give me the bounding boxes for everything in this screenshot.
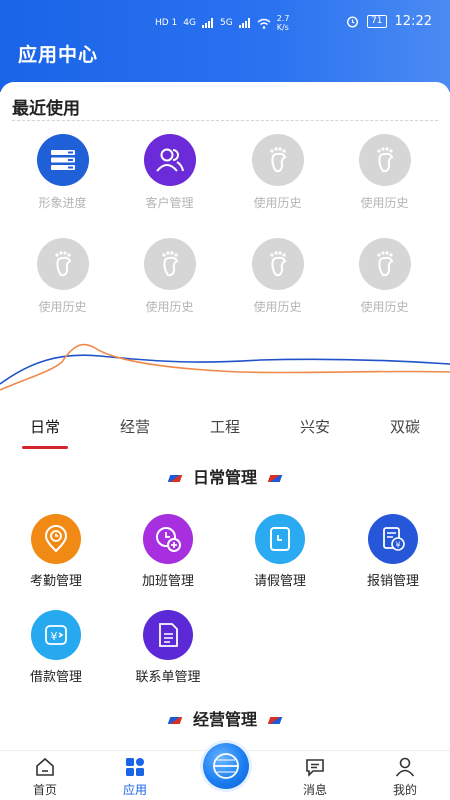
home-icon (15, 755, 75, 779)
users-icon (143, 134, 196, 186)
app-loan[interactable]: ¥ 借款管理 (0, 610, 112, 685)
leave-clock-icon (255, 514, 305, 564)
tab-xingan[interactable]: 兴安 (285, 416, 345, 437)
recent-item[interactable]: 使用历史 (331, 134, 438, 211)
center-action-button[interactable] (203, 743, 249, 789)
app-contact-sheet[interactable]: 联系单管理 (112, 610, 224, 685)
list-icon (36, 134, 89, 186)
recent-item-label: 使用历史 (253, 196, 302, 210)
tab-daily[interactable]: 日常 (15, 416, 75, 437)
signal-label-2: 5G (220, 18, 233, 28)
status-time: 12:22 (394, 14, 432, 29)
signal-label: 4G (183, 18, 196, 28)
app-label: 报销管理 (366, 574, 419, 589)
recent-item[interactable]: 使用历史 (116, 238, 223, 315)
nav-label: 应用 (122, 783, 147, 797)
nav-home[interactable]: 首页 (15, 755, 75, 798)
recent-item[interactable]: 使用历史 (224, 238, 331, 315)
flag-right-icon (267, 475, 283, 482)
alarm-icon (347, 16, 359, 28)
footprint-icon (143, 238, 196, 290)
app-leave[interactable]: 请假管理 (224, 514, 336, 589)
app-label: 联系单管理 (135, 670, 201, 685)
section-header: 经营管理 (0, 706, 450, 730)
app-label: 考勤管理 (29, 574, 82, 589)
nav-messages[interactable]: 消息 (285, 755, 345, 798)
app-header: HD 1 4G 5G 2.7 K/s 71 12:22 应用中心 (0, 0, 450, 92)
network-unit: K/s (276, 23, 289, 32)
network-speed: 2.7 (276, 14, 290, 23)
app-overtime[interactable]: 加班管理 (112, 514, 224, 589)
clock-plus-icon (143, 514, 193, 564)
footprint-icon (36, 238, 89, 290)
battery-indicator: 71 (367, 15, 387, 28)
recent-item-label: 使用历史 (145, 300, 194, 314)
hd-badge: HD 1 (155, 18, 178, 28)
recent-item-label: 使用历史 (360, 300, 409, 314)
bottom-nav: 首页 应用 消息 我的 (0, 743, 450, 800)
recent-item[interactable]: 客户管理 (116, 134, 223, 211)
section-title: 日常管理 (192, 468, 257, 487)
app-label: 借款管理 (29, 670, 82, 685)
nav-label: 消息 (302, 783, 327, 797)
svg-text:¥: ¥ (395, 541, 400, 550)
main-content: 最近使用 形象进度 客户管理 使用历史 使用历史 使用历史 使用历史 使用历史 … (0, 82, 450, 750)
nav-apps[interactable]: 应用 (105, 755, 165, 798)
signal-icon-2 (238, 18, 250, 28)
clock-location-icon (31, 514, 81, 564)
section-title: 经营管理 (192, 710, 257, 729)
apps-grid-icon (105, 755, 165, 779)
globe-icon (213, 753, 239, 779)
status-bar: HD 1 4G 5G 2.7 K/s 71 12:22 (0, 8, 450, 34)
active-tab-underline (22, 446, 68, 449)
flag-right-icon (267, 717, 283, 724)
app-label: 请假管理 (253, 574, 306, 589)
nav-label: 我的 (392, 783, 417, 797)
recent-item[interactable]: 使用历史 (224, 134, 331, 211)
app-label: 加班管理 (141, 574, 194, 589)
recent-item-label: 使用历史 (38, 300, 87, 314)
receipt-icon: ¥ (368, 514, 418, 564)
app-reimbursement[interactable]: ¥ 报销管理 (337, 514, 449, 589)
yuan-transfer-icon: ¥ (31, 610, 81, 660)
nav-me[interactable]: 我的 (375, 755, 435, 798)
page-title: 应用中心 (18, 44, 99, 66)
signal-icon (202, 18, 213, 28)
recent-item[interactable]: 使用历史 (9, 238, 116, 315)
curve-blue (0, 354, 450, 385)
app-attendance[interactable]: 考勤管理 (0, 514, 112, 589)
flag-left-icon (167, 475, 183, 482)
category-tabs: 日常 经营 工程 兴安 双碳 (0, 416, 450, 456)
document-icon (143, 610, 193, 660)
footprint-icon (358, 134, 411, 186)
status-bar-left: HD 1 4G 5G 2.7 K/s (155, 14, 289, 32)
footprint-icon (251, 238, 304, 290)
recent-item-label: 使用历史 (253, 300, 302, 314)
user-icon (375, 755, 435, 779)
tab-carbon[interactable]: 双碳 (375, 416, 435, 437)
flag-left-icon (167, 717, 183, 724)
tab-operation[interactable]: 经营 (105, 416, 165, 437)
message-icon (285, 755, 345, 779)
footprint-icon (251, 134, 304, 186)
recent-item-label: 客户管理 (145, 196, 194, 210)
footprint-icon (358, 238, 411, 290)
recent-section-title: 最近使用 (12, 99, 80, 119)
recent-item[interactable]: 形象进度 (9, 134, 116, 211)
nav-label: 首页 (32, 783, 57, 797)
recent-item-label: 使用历史 (360, 196, 409, 210)
tab-engineering[interactable]: 工程 (195, 416, 255, 437)
divider (12, 120, 438, 121)
recent-item-label: 形象进度 (38, 196, 87, 210)
status-bar-right: 71 12:22 (346, 14, 432, 29)
decorative-curves (0, 343, 450, 391)
wifi-icon (257, 18, 271, 29)
curve-orange (0, 343, 450, 391)
recent-item[interactable]: 使用历史 (331, 238, 438, 315)
svg-text:¥: ¥ (51, 630, 58, 643)
section-header: 日常管理 (0, 464, 450, 488)
